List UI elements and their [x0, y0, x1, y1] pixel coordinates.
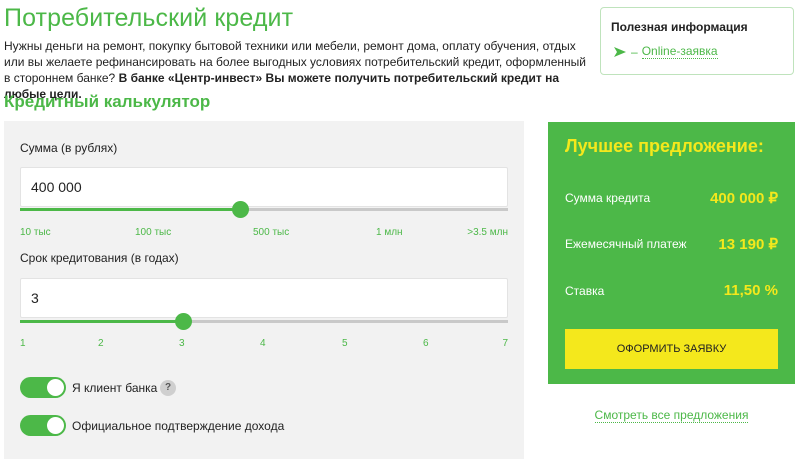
loan-amount-label: Сумма кредита — [565, 191, 651, 205]
useful-info-title: Полезная информация — [611, 20, 748, 34]
term-ticks: 1 2 3 4 5 6 7 — [20, 338, 508, 352]
monthly-payment-value: 13 190 ₽ — [718, 236, 778, 253]
help-icon[interactable]: ? — [160, 380, 176, 396]
income-confirmation-toggle[interactable] — [20, 415, 66, 436]
term-tick: 7 — [502, 338, 508, 349]
all-offers-link-text[interactable]: Смотреть все предложения — [594, 408, 749, 423]
term-slider[interactable] — [20, 313, 508, 330]
amount-ticks: 10 тыс 100 тыс 500 тыс 1 млн >3.5 млн — [20, 227, 508, 241]
apply-button[interactable]: Оформить заявку — [565, 329, 778, 369]
monthly-payment-label: Ежемесячный платеж — [565, 237, 687, 251]
income-confirmation-label: Официальное подтверждение дохода — [72, 419, 285, 433]
best-offer-title: Лучшее предложение: — [565, 136, 764, 156]
info-dash: – — [631, 44, 638, 59]
term-tick: 3 — [179, 338, 185, 349]
calculator-title: Кредитный калькулятор — [4, 92, 211, 111]
rate-label: Ставка — [565, 284, 605, 298]
term-label: Срок кредитования (в годах) — [20, 251, 179, 265]
online-application-row: – Online-заявка — [611, 44, 783, 59]
loan-amount-value: 400 000 ₽ — [710, 190, 778, 207]
rate-value: 11,50 % — [723, 282, 778, 299]
term-tick: 5 — [342, 338, 348, 349]
arrow-right-icon — [614, 46, 626, 57]
amount-label: Сумма (в рублях) — [20, 141, 118, 155]
bank-client-toggle[interactable] — [20, 377, 66, 398]
term-tick: 6 — [423, 338, 429, 349]
toggle-knob — [47, 417, 64, 434]
online-application-link[interactable]: Online-заявка — [641, 44, 718, 59]
page-title: Потребительский кредит — [4, 4, 294, 32]
useful-info-box: Полезная информация – Online-заявка — [600, 7, 794, 75]
term-input[interactable] — [20, 278, 508, 318]
term-tick: 4 — [260, 338, 266, 349]
best-offer-panel: Лучшее предложение: Сумма кредита 400 00… — [548, 122, 795, 384]
calculator-panel: Сумма (в рублях) 10 тыс 100 тыс 500 тыс … — [4, 121, 524, 459]
toggle-knob — [47, 379, 64, 396]
term-slider-handle[interactable] — [174, 313, 192, 330]
amount-tick: 1 млн — [376, 227, 403, 238]
amount-tick: 500 тыс — [253, 227, 290, 238]
amount-tick: >3.5 млн — [467, 227, 508, 238]
all-offers-link[interactable]: Смотреть все предложения — [548, 408, 795, 423]
amount-input[interactable] — [20, 167, 508, 207]
amount-slider-fill — [20, 208, 240, 211]
amount-slider[interactable] — [20, 201, 508, 218]
amount-tick: 100 тыс — [135, 227, 172, 238]
term-slider-fill — [20, 320, 183, 323]
amount-tick: 10 тыс — [20, 227, 51, 238]
term-tick: 1 — [20, 338, 26, 349]
bank-client-label: Я клиент банка — [72, 381, 158, 395]
amount-slider-handle[interactable] — [231, 201, 249, 218]
term-tick: 2 — [98, 338, 104, 349]
